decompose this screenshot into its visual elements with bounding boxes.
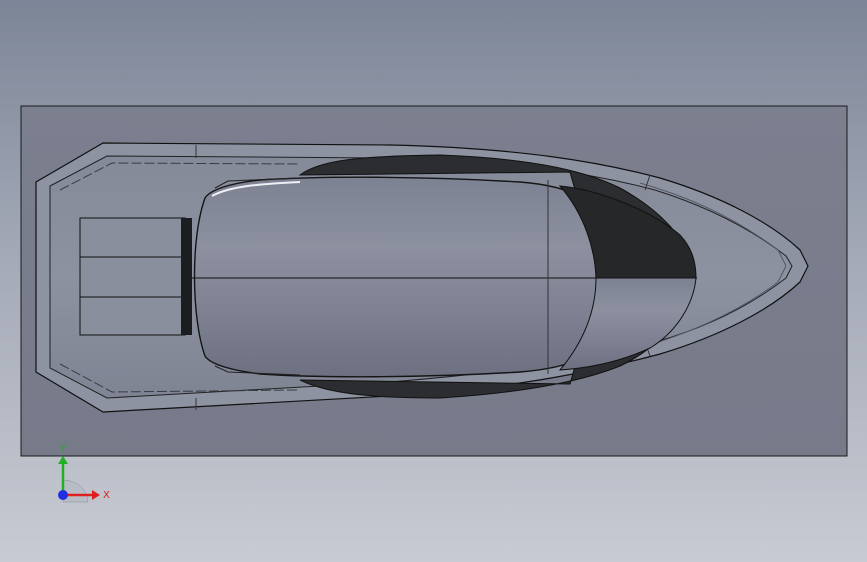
y-axis-label: Y [59,444,67,455]
triad-quadrant [62,479,89,503]
coordinate-triad-icon[interactable]: Y X [48,440,118,510]
seat-back-strip [181,218,192,335]
x-axis-head [92,490,100,500]
z-axis-dot [58,490,68,500]
seat-block-bottom [79,296,186,336]
seat-block-top [79,217,186,258]
cabin-body [193,176,621,378]
x-axis-label: X [103,490,110,501]
seat-block-middle [79,256,186,298]
y-axis-head [58,456,68,464]
cad-viewport[interactable] [0,0,867,562]
